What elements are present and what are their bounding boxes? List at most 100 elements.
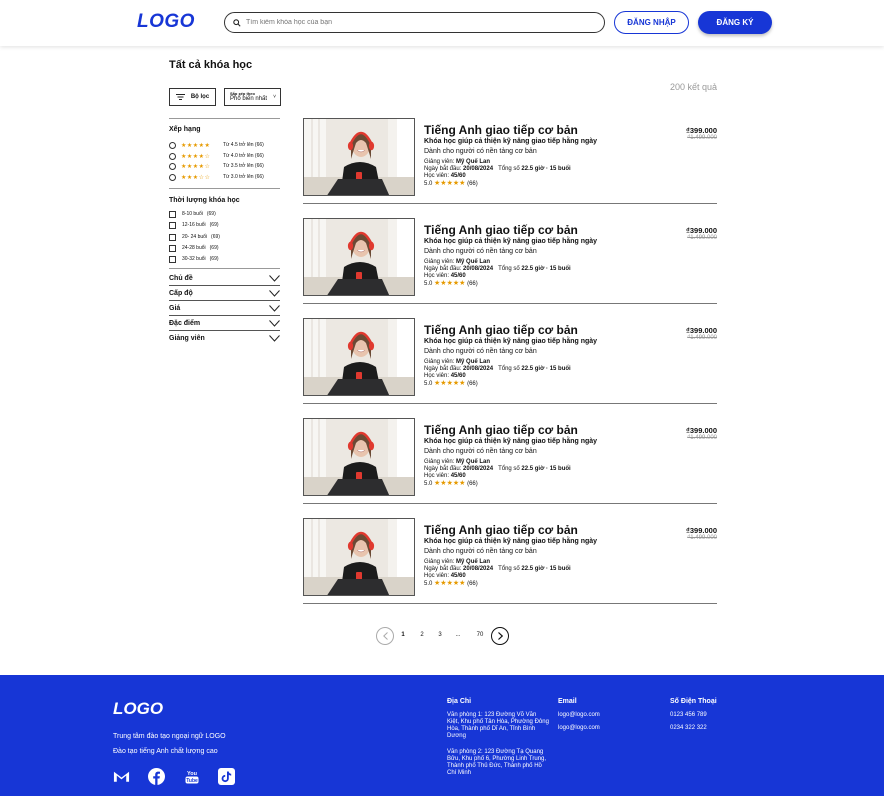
accordion-level[interactable]: Cấp độ (169, 286, 280, 301)
duration-option[interactable]: 12-16 buổi (69) (169, 221, 219, 229)
course-price: ₫399.000 (686, 326, 717, 335)
star-rating-icon: ★★★★★ (434, 180, 466, 187)
course-title[interactable]: Tiếng Anh giao tiếp cơ bản (424, 123, 578, 137)
rating-label: Từ 3.0 trở lên (223, 174, 254, 180)
chevron-down-icon (269, 335, 280, 342)
address-office-2: Văn phòng 2: 123 Đường Tạ Quang Bửu, Khu… (447, 749, 547, 776)
rating-option[interactable]: ★★★★☆ Từ 3.5 trở lên (66) (169, 162, 264, 170)
course-thumbnail[interactable] (303, 318, 415, 396)
rating-option[interactable]: ★★★★☆ Từ 4.0 trở lên (66) (169, 152, 264, 160)
duration-option[interactable]: 8-10 buổi (69) (169, 210, 216, 218)
email-link[interactable]: logo@logo.com (558, 725, 600, 732)
search-input[interactable] (246, 19, 586, 26)
facebook-icon[interactable] (148, 768, 165, 785)
course-card[interactable]: Tiếng Anh giao tiếp cơ bản Khóa học giúp… (303, 218, 717, 304)
course-teacher: Giảng viên: Mỹ Quế Lan (424, 259, 491, 265)
prev-page-button[interactable] (376, 627, 394, 645)
checkbox[interactable] (169, 255, 176, 263)
duration-label: 20- 24 buổi (182, 234, 208, 240)
filter-label: Bộ lọc (190, 94, 210, 100)
phone-number[interactable]: 0234 322 322 (670, 725, 707, 732)
search-bar[interactable] (224, 12, 605, 33)
course-thumbnail[interactable] (303, 118, 415, 196)
duration-label: 24-28 buổi (182, 245, 206, 251)
address-office-1: Văn phòng 1: 123 Đường Võ Văn Kiệt, Khu … (447, 712, 549, 739)
course-title[interactable]: Tiếng Anh giao tiếp cơ bản (424, 223, 578, 237)
duration-option[interactable]: 30-32 buổi (69) (169, 255, 219, 263)
course-teacher: Giảng viên: Mỹ Quế Lan (424, 459, 491, 465)
accordion-teacher[interactable]: Giảng viên (169, 331, 280, 346)
course-old-price: ₫1.499.000 (687, 235, 717, 241)
star-rating-icon: ★★★☆☆ (181, 174, 211, 181)
phone-number[interactable]: 0123 456 789 (670, 712, 707, 719)
duration-count: (69) (211, 234, 220, 240)
course-thumbnail[interactable] (303, 418, 415, 496)
checkbox[interactable] (169, 233, 176, 241)
email-link[interactable]: logo@logo.com (558, 712, 600, 719)
logo[interactable]: LOGO (137, 11, 195, 33)
duration-count: (69) (209, 256, 219, 262)
course-rating: 5.0 ★★★★★ (66) (424, 380, 478, 387)
chevron-down-icon: ˅ (273, 94, 276, 100)
course-students: Học viên: 45/60 (424, 273, 466, 279)
star-rating-icon: ★★★★★ (181, 142, 211, 149)
duration-count: (69) (209, 222, 219, 228)
radio-button[interactable] (169, 141, 176, 149)
login-button[interactable]: ĐĂNG NHẬP (614, 11, 689, 34)
rating-option[interactable]: ★★★★★ Từ 4.5 trở lên (66) (169, 141, 264, 149)
accordion-price[interactable]: Giá (169, 301, 280, 316)
sort-dropdown[interactable]: Sắp xếp theo Phổ biến nhất ˅ (224, 88, 281, 106)
course-teacher: Giảng viên: Mỹ Quế Lan (424, 559, 491, 565)
page-1[interactable]: 1 (397, 632, 409, 638)
checkbox[interactable] (169, 244, 176, 252)
accordion-label: Chủ đề (169, 274, 193, 282)
accordion-features[interactable]: Đặc điểm (169, 316, 280, 331)
course-thumbnail[interactable] (303, 518, 415, 596)
course-title[interactable]: Tiếng Anh giao tiếp cơ bản (424, 323, 578, 337)
footer-tagline: Trung tâm đào tạo ngoại ngữ LOGO (113, 733, 226, 740)
course-subtitle: Khóa học giúp cả thiện kỹ năng giao tiếp… (424, 438, 598, 445)
course-schedule: Ngày bắt đầu: 20/08/2024 Tổng số 22.5 gi… (424, 566, 571, 572)
course-subtitle: Khóa học giúp cả thiện kỹ năng giao tiếp… (424, 338, 598, 345)
course-card[interactable]: Tiếng Anh giao tiếp cơ bản Khóa học giúp… (303, 318, 717, 404)
rating-option[interactable]: ★★★☆☆ Từ 3.0 trở lên (66) (169, 173, 264, 181)
filter-button[interactable]: Bộ lọc (169, 88, 216, 106)
register-button[interactable]: ĐĂNG KÝ (698, 11, 772, 34)
checkbox[interactable] (169, 210, 176, 218)
course-card[interactable]: Tiếng Anh giao tiếp cơ bản Khóa học giúp… (303, 118, 717, 204)
course-card[interactable]: Tiếng Anh giao tiếp cơ bản Khóa học giúp… (303, 518, 717, 604)
course-thumbnail[interactable] (303, 218, 415, 296)
accordion-label: Giảng viên (169, 335, 205, 342)
course-title[interactable]: Tiếng Anh giao tiếp cơ bản (424, 423, 578, 437)
page-70[interactable]: 70 (474, 632, 486, 638)
course-title[interactable]: Tiếng Anh giao tiếp cơ bản (424, 523, 578, 537)
youtube-icon[interactable]: You Tube (183, 768, 200, 785)
course-audience: Dành cho người có nền tảng cơ bản (424, 348, 537, 355)
rating-label: Từ 3.5 trở lên (223, 163, 254, 169)
rating-heading: Xếp hạng (169, 126, 201, 133)
chevron-down-icon (269, 274, 280, 282)
duration-option[interactable]: 24-28 buổi (69) (169, 244, 219, 252)
tiktok-icon[interactable] (218, 768, 235, 785)
chevron-right-icon (497, 632, 503, 640)
course-card[interactable]: Tiếng Anh giao tiếp cơ bản Khóa học giúp… (303, 418, 717, 504)
checkbox[interactable] (169, 221, 176, 229)
duration-label: 30-32 buổi (182, 256, 206, 262)
accordion-topic[interactable]: Chủ đề (169, 271, 280, 286)
course-audience: Dành cho người có nền tảng cơ bản (424, 448, 537, 455)
course-subtitle: Khóa học giúp cả thiện kỹ năng giao tiếp… (424, 138, 598, 145)
sort-value: Phổ biến nhất (230, 96, 268, 102)
page-2[interactable]: 2 (416, 632, 428, 638)
course-students: Học viên: 45/60 (424, 473, 466, 479)
footer-logo[interactable]: LOGO (113, 699, 163, 719)
duration-option[interactable]: 20- 24 buổi (69) (169, 233, 220, 241)
radio-button[interactable] (169, 162, 176, 170)
phone-heading: Số Điện Thoại (670, 698, 717, 705)
radio-button[interactable] (169, 173, 176, 181)
next-page-button[interactable] (491, 627, 509, 645)
rating-count: (66) (254, 174, 264, 180)
page-3[interactable]: 3 (434, 632, 446, 638)
radio-button[interactable] (169, 152, 176, 160)
gmail-icon[interactable] (113, 768, 130, 785)
star-rating-icon: ★★★★★ (434, 480, 466, 487)
